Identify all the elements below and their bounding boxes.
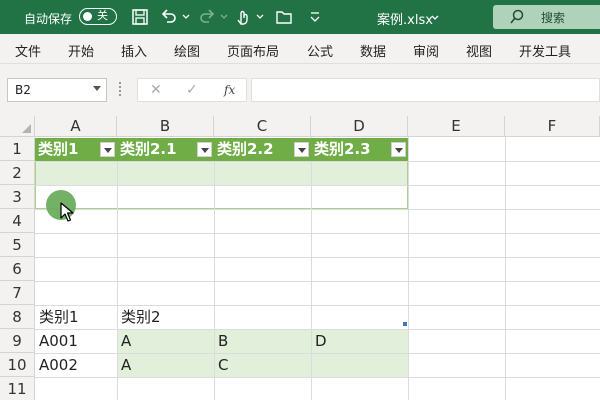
table-header-cell[interactable]: 类别1 xyxy=(35,138,117,161)
row-header-3[interactable]: 3 xyxy=(0,185,35,209)
row-header-1[interactable]: 1 xyxy=(0,137,35,161)
gridline xyxy=(35,161,600,162)
gridline xyxy=(35,377,600,378)
tab-developer[interactable]: 开发工具 xyxy=(519,41,571,60)
filter-dropdown-icon[interactable] xyxy=(197,142,212,157)
touch-mode-icon[interactable] xyxy=(234,8,252,26)
row-header-10[interactable]: 10 xyxy=(0,353,35,377)
row-header-5[interactable]: 5 xyxy=(0,233,35,257)
gridline xyxy=(505,137,506,400)
table-header-label: 类别1 xyxy=(38,140,79,158)
column-header-c[interactable]: C xyxy=(214,116,311,137)
table-header-label: 类别2.3 xyxy=(314,140,371,158)
formula-buttons: ✕ ✓ fx xyxy=(137,78,247,102)
autosave-state: 关 xyxy=(97,9,108,22)
mouse-pointer-icon xyxy=(60,202,74,222)
chevron-down-icon[interactable] xyxy=(93,86,101,91)
gridline xyxy=(408,137,409,400)
search-icon xyxy=(510,9,524,24)
filter-dropdown-icon[interactable] xyxy=(391,142,406,157)
title-bar: 自动保存 关 案例.xlsx 搜索 xyxy=(0,0,600,34)
tab-file[interactable]: 文件 xyxy=(15,41,41,60)
insert-function-icon[interactable]: fx xyxy=(224,83,235,97)
redo-icon[interactable] xyxy=(198,8,216,26)
row-header-2[interactable]: 2 xyxy=(0,161,35,185)
table-resize-handle[interactable] xyxy=(403,322,407,326)
column-header-b[interactable]: B xyxy=(117,116,214,137)
splitter-handle[interactable] xyxy=(119,82,121,96)
cell-a8[interactable]: 类别1 xyxy=(35,305,79,329)
name-box-value: B2 xyxy=(15,83,31,97)
tab-page-layout[interactable]: 页面布局 xyxy=(227,41,279,60)
cell-a9[interactable]: A001 xyxy=(35,329,78,353)
gridline xyxy=(311,137,312,400)
folder-icon[interactable] xyxy=(275,8,293,26)
row-header-4[interactable]: 4 xyxy=(0,209,35,233)
search-box[interactable]: 搜索 xyxy=(493,5,600,29)
cell-c9[interactable]: B xyxy=(214,329,228,353)
formula-input[interactable] xyxy=(251,78,600,102)
cell-c10[interactable]: C xyxy=(214,353,228,377)
gridline xyxy=(35,233,600,234)
enter-icon[interactable]: ✓ xyxy=(186,82,198,98)
search-label: 搜索 xyxy=(541,11,566,25)
table-header-cell[interactable]: 类别2.1 xyxy=(117,138,214,161)
tab-view[interactable]: 视图 xyxy=(466,41,492,60)
gridline xyxy=(35,281,600,282)
row-header-7[interactable]: 7 xyxy=(0,281,35,305)
column-header-e[interactable]: E xyxy=(408,116,505,137)
cell-d9[interactable]: D xyxy=(311,329,327,353)
column-header-a[interactable]: A xyxy=(35,116,117,137)
tab-insert[interactable]: 插入 xyxy=(121,41,147,60)
cell-b8[interactable]: 类别2 xyxy=(117,305,161,329)
worksheet-grid[interactable]: A B C D E F 1 2 3 4 5 6 7 8 9 10 11 类别1 … xyxy=(0,116,600,400)
save-icon[interactable] xyxy=(131,8,149,26)
autosave-toggle[interactable]: 关 xyxy=(79,8,117,25)
tab-home[interactable]: 开始 xyxy=(68,41,94,60)
name-box[interactable]: B2 xyxy=(7,78,107,102)
row-header-11[interactable]: 11 xyxy=(0,377,35,400)
document-title[interactable]: 案例.xlsx xyxy=(377,9,433,28)
filter-dropdown-icon[interactable] xyxy=(294,142,309,157)
cell-a10[interactable]: A002 xyxy=(35,353,78,377)
row-header-8[interactable]: 8 xyxy=(0,305,35,329)
tab-review[interactable]: 审阅 xyxy=(413,41,439,60)
select-all-button[interactable] xyxy=(0,116,35,137)
chevron-down-icon[interactable] xyxy=(255,8,265,26)
gridline xyxy=(35,257,600,258)
gridline xyxy=(35,185,600,186)
chevron-down-icon[interactable] xyxy=(219,8,229,26)
gridline xyxy=(35,209,600,210)
tab-formulas[interactable]: 公式 xyxy=(307,41,333,60)
column-header-d[interactable]: D xyxy=(311,116,408,137)
chevron-down-icon[interactable] xyxy=(430,8,440,26)
tab-draw[interactable]: 绘图 xyxy=(174,41,200,60)
tab-data[interactable]: 数据 xyxy=(360,41,386,60)
table-header-cell[interactable]: 类别2.2 xyxy=(214,138,311,161)
row-header-9[interactable]: 9 xyxy=(0,329,35,353)
customize-toolbar-icon[interactable] xyxy=(306,8,324,26)
table-header-cell[interactable]: 类别2.3 xyxy=(311,138,408,161)
table-header-label: 类别2.2 xyxy=(217,140,274,158)
cell-b9[interactable]: A xyxy=(117,329,131,353)
cell-b10[interactable]: A xyxy=(117,353,131,377)
filter-dropdown-icon[interactable] xyxy=(100,142,115,157)
column-header-f[interactable]: F xyxy=(505,116,600,137)
select-all-triangle xyxy=(22,124,31,133)
toggle-knob xyxy=(83,12,92,21)
formula-bar-area: B2 ✕ ✓ fx xyxy=(0,64,600,116)
cancel-icon[interactable]: ✕ xyxy=(150,82,162,98)
chevron-down-icon[interactable] xyxy=(181,8,191,26)
table-header-label: 类别2.1 xyxy=(120,140,177,158)
undo-icon[interactable] xyxy=(160,8,178,26)
ribbon-tabs: 文件 开始 插入 绘图 页面布局 公式 数据 审阅 视图 开发工具 xyxy=(0,34,600,64)
autosave-label: 自动保存 xyxy=(24,12,73,26)
row-header-6[interactable]: 6 xyxy=(0,257,35,281)
